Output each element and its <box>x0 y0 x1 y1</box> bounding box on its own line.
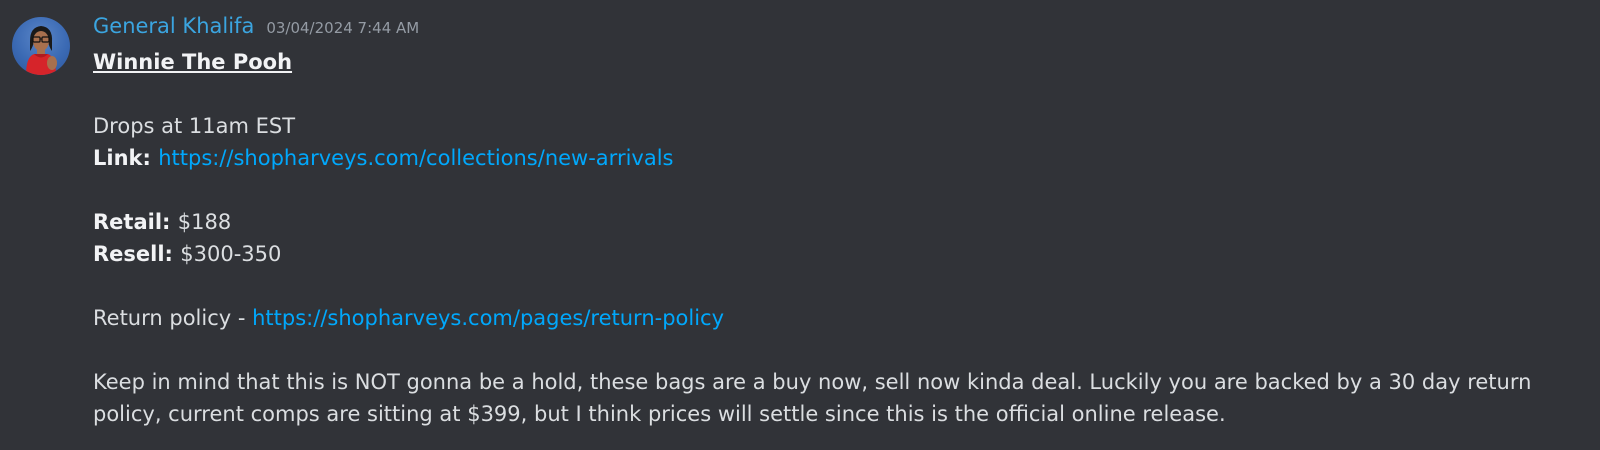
retail-line: Retail: $188 <box>93 206 1583 238</box>
message-title: Winnie The Pooh <box>93 50 293 74</box>
avatar-image <box>26 26 57 75</box>
retail-label: Retail: <box>93 210 178 234</box>
link-label: Link: <box>93 146 159 170</box>
product-link[interactable]: https://shopharveys.com/collections/new-… <box>158 146 673 170</box>
message-content: General Khalifa 03/04/2024 7:44 AM Winni… <box>93 14 1583 430</box>
chat-message: General Khalifa 03/04/2024 7:44 AM Winni… <box>0 0 1600 450</box>
message-header: General Khalifa 03/04/2024 7:44 AM <box>93 14 1583 46</box>
return-policy-link[interactable]: https://shopharveys.com/pages/return-pol… <box>252 306 724 330</box>
return-policy-line: Return policy - https://shopharveys.com/… <box>93 302 1583 334</box>
timestamp[interactable]: 03/04/2024 7:44 AM <box>266 19 419 37</box>
link-line: Link: https://shopharveys.com/collection… <box>93 142 1583 174</box>
resell-label: Resell: <box>93 242 181 266</box>
note-paragraph: Keep in mind that this is NOT gonna be a… <box>93 370 1532 426</box>
drop-time-line: Drops at 11am EST <box>93 110 1583 142</box>
username[interactable]: General Khalifa <box>93 14 254 38</box>
user-avatar[interactable] <box>12 17 70 75</box>
return-policy-label: Return policy - <box>93 306 253 330</box>
resell-value: $300-350 <box>180 242 282 266</box>
resell-line: Resell: $300-350 <box>93 238 1583 270</box>
drop-time: Drops at 11am EST <box>93 114 296 138</box>
message-title-line: Winnie The Pooh <box>93 46 1583 78</box>
retail-value: $188 <box>177 210 232 234</box>
